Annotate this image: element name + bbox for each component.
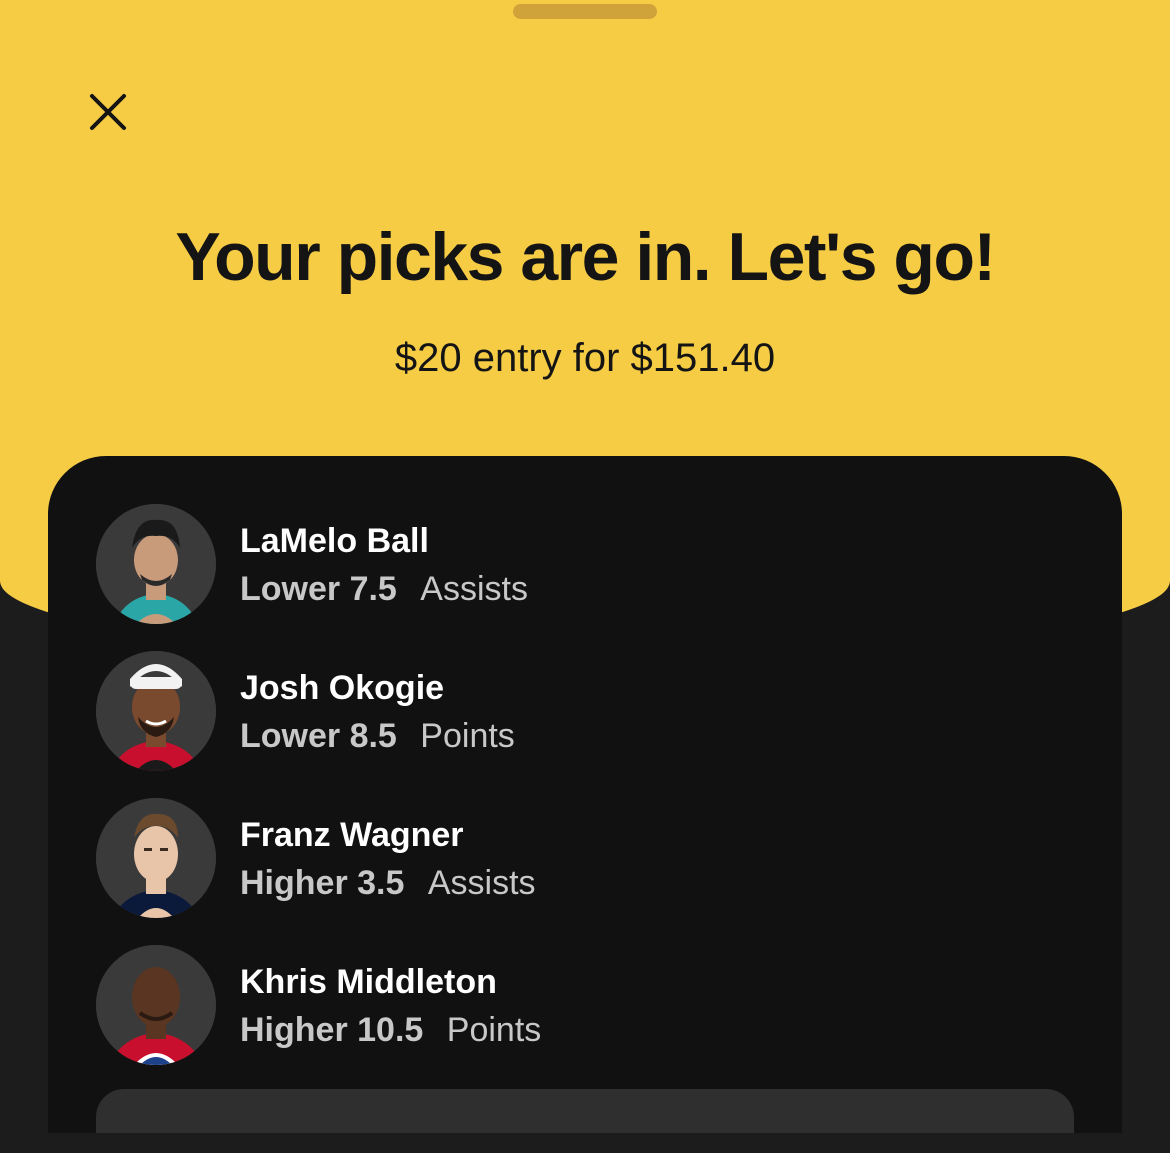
player-photo (96, 798, 216, 918)
picks-card: LaMelo Ball Lower 7.5 Assists Josh Okogi… (48, 456, 1122, 1153)
pick-stat: Points (446, 1011, 542, 1049)
pick-row: Franz Wagner Higher 3.5 Assists (96, 798, 1076, 918)
pick-line-value: 10.5 (357, 1011, 424, 1049)
pick-stat: Assists (427, 864, 536, 902)
pick-line: Lower 8.5 Points (240, 717, 515, 756)
bottom-edge (0, 1133, 1170, 1153)
pick-stat: Points (420, 717, 515, 755)
pick-line: Lower 7.5 Assists (240, 570, 528, 609)
player-name: Khris Middleton (240, 963, 497, 1001)
player-name: LaMelo Ball (240, 522, 429, 560)
sheet-grab-handle[interactable] (513, 4, 657, 19)
player-avatar (96, 504, 216, 624)
close-button[interactable] (80, 84, 136, 140)
pick-line-value: 7.5 (349, 570, 397, 608)
pick-direction: Higher (240, 864, 348, 902)
pick-stat: Assists (420, 570, 528, 608)
player-avatar (96, 651, 216, 771)
pick-row: Khris Middleton Higher 10.5 Points (96, 945, 1076, 1065)
pick-line-value: 3.5 (357, 864, 405, 902)
pick-row: Josh Okogie Lower 8.5 Points (96, 651, 1076, 771)
player-avatar (96, 945, 216, 1065)
pick-line: Higher 10.5 Points (240, 1011, 541, 1050)
player-name: Josh Okogie (240, 669, 445, 707)
player-photo (96, 651, 216, 771)
close-icon (90, 94, 126, 130)
pick-line: Higher 3.5 Assists (240, 864, 536, 903)
player-photo (96, 504, 216, 624)
page-title: Your picks are in. Let's go! (175, 219, 996, 295)
player-photo (96, 945, 216, 1065)
pick-row: LaMelo Ball Lower 7.5 Assists (96, 504, 1076, 624)
pick-line-value: 8.5 (349, 717, 397, 755)
pick-direction: Higher (240, 1011, 348, 1049)
pick-direction: Lower (240, 717, 341, 755)
player-name: Franz Wagner (240, 816, 464, 854)
player-avatar (96, 798, 216, 918)
entry-summary: $20 entry for $151.40 (394, 336, 776, 380)
pick-direction: Lower (240, 570, 341, 608)
